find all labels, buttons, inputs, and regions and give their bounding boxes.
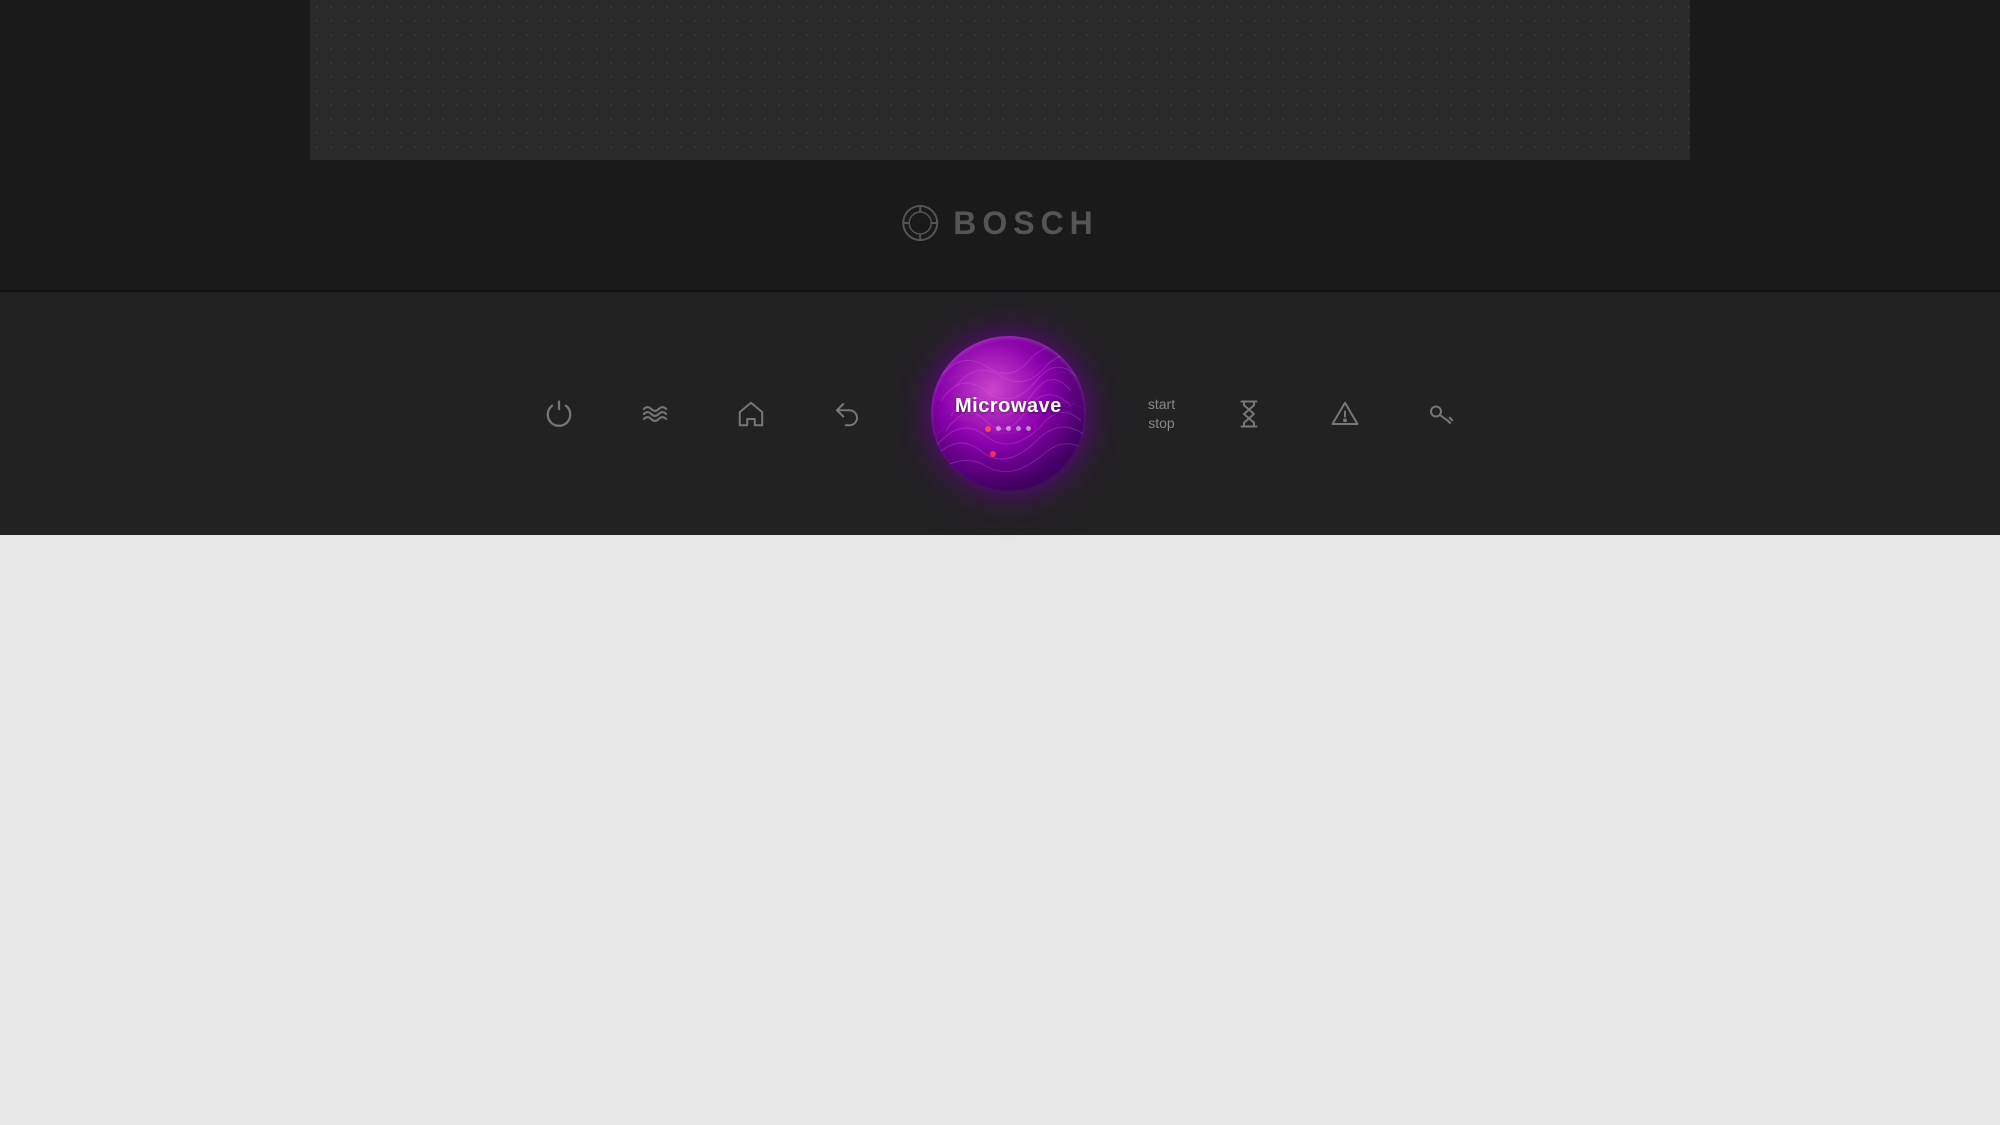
knob-dot-3: [1006, 426, 1011, 431]
home-button[interactable]: [729, 392, 773, 436]
warning-button[interactable]: [1323, 392, 1367, 436]
key-button[interactable]: [1419, 392, 1463, 436]
knob-dot-4: [1016, 426, 1021, 431]
power-button[interactable]: [537, 392, 581, 436]
knob-label: Microwave: [955, 395, 1062, 418]
start-label: start: [1148, 395, 1175, 413]
timer-button[interactable]: [1227, 392, 1271, 436]
waves-button[interactable]: [633, 392, 677, 436]
vent-grid: [310, 0, 1690, 160]
start-stop-button[interactable]: start stop: [1148, 395, 1175, 431]
brand-name: BOSCH: [953, 205, 1099, 242]
microwave-knob-wrapper: Microwave: [921, 326, 1096, 501]
bosch-logo-icon: [901, 204, 939, 242]
microwave-knob-button[interactable]: Microwave: [931, 336, 1086, 491]
controls-row: Microwave start stop: [537, 326, 1463, 501]
stop-label: stop: [1148, 414, 1174, 432]
back-button[interactable]: [825, 392, 869, 436]
appliance-top: BOSCH: [0, 0, 2000, 290]
knob-dot-2: [996, 426, 1001, 431]
bosch-logo: BOSCH: [901, 204, 1099, 242]
knob-dots: [985, 426, 1031, 432]
knob-dot-5: [1026, 426, 1031, 431]
knob-dot-1: [985, 426, 991, 432]
bottom-section: [0, 535, 2000, 1125]
control-panel: Microwave start stop: [0, 290, 2000, 535]
